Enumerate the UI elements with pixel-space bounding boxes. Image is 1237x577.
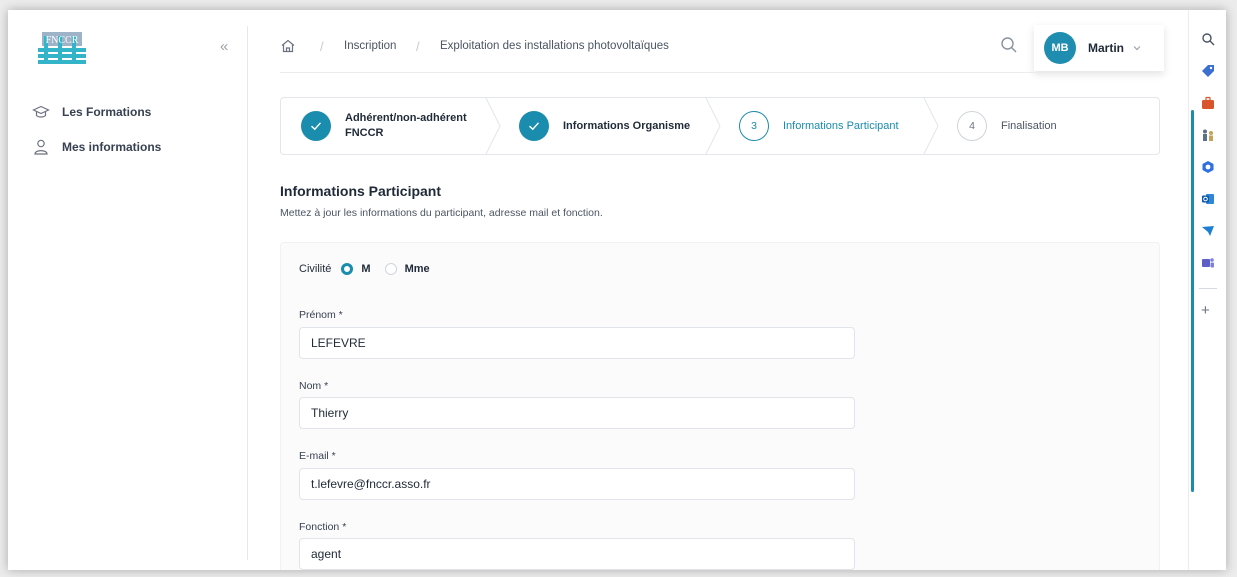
stepper: Adhérent/non-adhérent FNCCR Informations… <box>280 97 1160 155</box>
fonction-label: Fonction * <box>299 521 347 533</box>
civilite-option-m[interactable]: M <box>361 263 370 275</box>
teams-icon[interactable] <box>1201 256 1215 270</box>
add-app-icon[interactable]: + <box>1201 302 1210 319</box>
civilite-radio-mme[interactable] <box>384 263 397 275</box>
step-label: Informations Organisme <box>563 119 691 132</box>
briefcase-icon[interactable] <box>1201 96 1215 110</box>
step-label: Adhérent/non-adhérent FNCCR <box>345 111 467 141</box>
logo-text: FNCCR <box>46 35 79 46</box>
send-icon[interactable] <box>1201 224 1215 238</box>
app-bar-divider <box>1199 288 1217 289</box>
step-number: 3 <box>739 111 769 141</box>
topbar: / Inscription / Exploitation des install… <box>248 10 1168 72</box>
check-icon <box>529 122 540 131</box>
step-done-circle <box>519 111 549 141</box>
chess-icon[interactable] <box>1201 128 1215 142</box>
user-icon <box>34 139 48 155</box>
search-icon[interactable] <box>1201 32 1215 46</box>
breadcrumb-separator: / <box>320 39 324 54</box>
step-done-circle <box>301 111 331 141</box>
breadcrumb-separator: / <box>416 39 420 54</box>
prenom-label: Prénom * <box>299 309 343 321</box>
fnccr-logo[interactable]: FNCCR <box>34 28 90 64</box>
sidebar-item-label: Mes informations <box>62 139 162 154</box>
sidebar-item-formations[interactable]: Les Formations <box>32 94 161 129</box>
avatar: MB <box>1044 32 1076 64</box>
nom-input[interactable] <box>299 397 855 429</box>
sidebar-item-label: Les Formations <box>62 104 152 119</box>
step-adherent[interactable]: Adhérent/non-adhérent FNCCR <box>301 98 467 154</box>
email-input[interactable] <box>299 468 855 500</box>
app-window: FNCCR « Les Formations Mes informations <box>8 10 1226 570</box>
tag-icon[interactable] <box>1201 64 1215 78</box>
step-organisme[interactable]: Informations Organisme <box>519 98 690 154</box>
step-separator <box>485 98 501 154</box>
step-label-line2: FNCCR <box>345 127 384 139</box>
step-label: Finalisation <box>1001 119 1057 132</box>
sidebar-item-mes-informations[interactable]: Mes informations <box>32 129 161 164</box>
user-menu[interactable]: MB Martin <box>1034 25 1164 71</box>
prenom-input[interactable] <box>299 327 855 359</box>
email-label: E-mail * <box>299 450 336 462</box>
home-icon[interactable] <box>280 38 296 54</box>
nom-label: Nom * <box>299 380 329 392</box>
step-participant[interactable]: 3 Informations Participant <box>739 98 899 154</box>
user-name: Martin <box>1088 41 1124 55</box>
step-finalisation[interactable]: 4 Finalisation <box>957 98 1057 154</box>
breadcrumb-inscription[interactable]: Inscription <box>344 40 396 52</box>
civilite-option-mme[interactable]: Mme <box>405 263 430 275</box>
step-number: 4 <box>957 111 987 141</box>
step-separator <box>923 98 939 154</box>
sidebar: FNCCR « Les Formations Mes informations <box>8 10 248 570</box>
copilot-icon[interactable] <box>1201 160 1215 174</box>
chevron-down-icon <box>1133 46 1141 51</box>
fonction-input[interactable] <box>299 538 855 570</box>
right-app-bar: + <box>1188 10 1226 570</box>
civilite-label: Civilité <box>299 263 332 275</box>
section-title: Informations Participant <box>280 183 442 199</box>
sidebar-nav: Les Formations Mes informations <box>32 94 161 164</box>
step-separator <box>705 98 721 154</box>
scrollbar[interactable] <box>1191 110 1194 492</box>
step-label: Informations Participant <box>783 119 899 132</box>
civilite-radio-m[interactable] <box>341 263 354 275</box>
graduation-cap-icon <box>32 105 50 118</box>
civilite-row: Civilité M Mme <box>299 263 444 275</box>
section-description: Mettez à jour les informations du partic… <box>280 207 603 219</box>
topbar-divider <box>280 72 1160 73</box>
search-icon[interactable] <box>1000 36 1018 54</box>
collapse-sidebar-icon[interactable]: « <box>220 38 228 55</box>
step-label-line1: Adhérent/non-adhérent <box>345 112 467 124</box>
sidebar-divider <box>247 26 248 560</box>
breadcrumb-current: Exploitation des installations photovolt… <box>440 40 669 52</box>
check-icon <box>311 122 322 131</box>
outlook-icon[interactable] <box>1201 192 1215 206</box>
participant-form: Civilité M Mme Prénom * Nom * E-mail * F… <box>280 242 1160 570</box>
